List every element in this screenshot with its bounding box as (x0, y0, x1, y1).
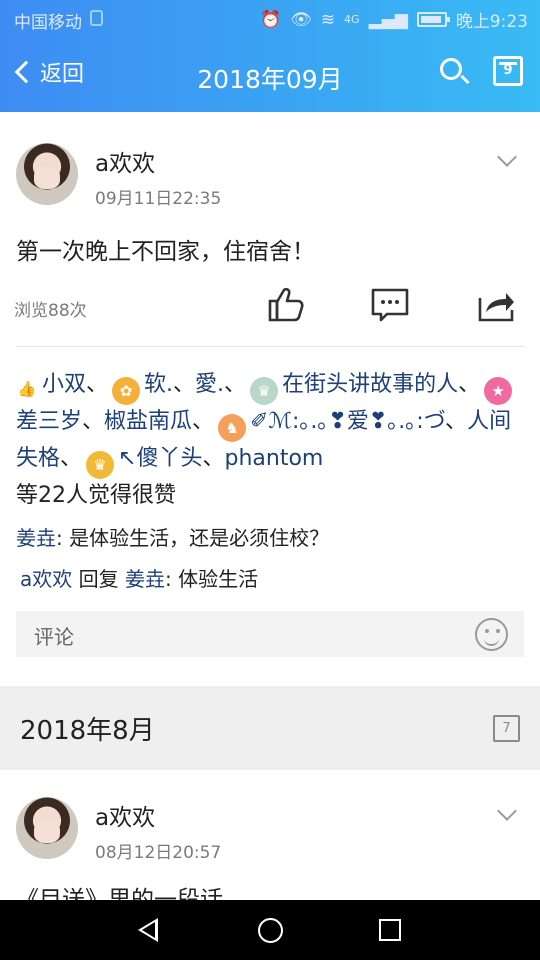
alarm-icon: ⏰ (260, 9, 282, 30)
liker-name[interactable]: 愛. (195, 372, 224, 397)
likes-summary: 等22人觉得很赞 (16, 483, 176, 508)
liker-name[interactable]: 椒盐南瓜 (104, 409, 192, 434)
post-username[interactable]: a欢欢 (95, 798, 155, 832)
chevron-down-icon[interactable] (497, 147, 517, 167)
nav-recent-icon[interactable] (379, 919, 401, 941)
thumbs-up-icon: 👍 (17, 380, 37, 398)
app-header: 返回 2018年09月 9 (0, 36, 540, 112)
nav-back-icon[interactable] (138, 918, 158, 942)
liker-name[interactable]: phantom (224, 446, 323, 471)
avatar[interactable]: ♞ (218, 414, 247, 442)
reply-word: 回复 (78, 567, 119, 591)
view-count: 浏览88次 (14, 301, 87, 321)
comment-text: : 是体验生活，还是必须住校？ (56, 526, 330, 550)
comment-author[interactable]: 姜垚 (16, 526, 56, 550)
month-label: 2018年8月 (20, 716, 155, 746)
comment-item[interactable]: a欢欢 回复 姜垚: 体验生活 (20, 563, 258, 592)
liker-name[interactable]: 软. (144, 372, 173, 397)
post-time: 09月11日22:35 (95, 189, 222, 209)
carrier-label: 中国移动 (14, 13, 82, 33)
search-icon[interactable] (440, 58, 462, 80)
avatar[interactable] (16, 797, 78, 859)
thumbs-up-icon[interactable] (266, 284, 306, 324)
liker-name[interactable]: 差三岁 (16, 409, 82, 434)
post-time: 08月12日20:57 (95, 843, 222, 863)
emoji-icon[interactable] (475, 618, 508, 651)
comment-text: : 体验生活 (164, 567, 259, 591)
liker-name[interactable]: ✐ℳ:｡.｡❣爱❣｡.｡:づ (250, 409, 445, 434)
network-label: 4G (344, 13, 360, 26)
reply-target[interactable]: 姜垚 (125, 567, 165, 591)
avatar[interactable]: ★ (484, 377, 513, 405)
battery-icon (416, 12, 450, 27)
eye-icon: 👁 (290, 9, 312, 30)
post-content: 第一次晚上不回家，住宿舍！ (16, 239, 315, 265)
clock: 晚上9:23 (455, 12, 528, 32)
sim-icon (90, 10, 103, 26)
avatar[interactable]: ✿ (112, 377, 141, 405)
post-username[interactable]: a欢欢 (95, 144, 155, 178)
comment-input[interactable]: 评论 (16, 611, 524, 657)
month-section-header: 2018年8月 7 (0, 686, 540, 770)
chevron-down-icon[interactable] (497, 801, 517, 821)
status-bar: 中国移动 ⏰ 👁 ≋ 4G ▂▄▆ 晚上9:23 (0, 0, 540, 36)
avatar[interactable]: ♛ (86, 451, 115, 479)
liker-name[interactable]: ↖傻丫头 (118, 446, 202, 471)
liker-name[interactable]: 在街头讲故事的人 (282, 372, 458, 397)
divider (16, 346, 524, 347)
comment-icon[interactable] (370, 284, 410, 324)
signal-icon: ▂▄▆ (368, 9, 408, 30)
likes-list: 👍 小双、 ✿ 软.、愛.、 ♛ 在街头讲故事的人、 ★差三岁、椒盐南瓜、 ♞ ✐ℳ:｡.｡❣爱… (16, 372, 513, 508)
system-nav-bar (0, 900, 540, 960)
calendar-icon[interactable]: 7 (493, 715, 520, 742)
avatar[interactable] (16, 143, 78, 205)
comment-author[interactable]: a欢欢 (20, 567, 72, 591)
status-right: ⏰ 👁 ≋ 4G ▂▄▆ 晚上9:23 (260, 7, 528, 33)
liker-name[interactable]: 小双 (42, 372, 86, 397)
nav-home-icon[interactable] (258, 918, 283, 943)
wifi-icon: ≋ (320, 9, 336, 30)
comment-placeholder: 评论 (34, 625, 74, 649)
calendar-icon[interactable]: 9 (493, 56, 523, 86)
comment-item[interactable]: 姜垚: 是体验生活，还是必须住校？ (16, 522, 329, 551)
share-icon[interactable] (476, 284, 516, 324)
avatar[interactable]: ♛ (250, 377, 279, 405)
